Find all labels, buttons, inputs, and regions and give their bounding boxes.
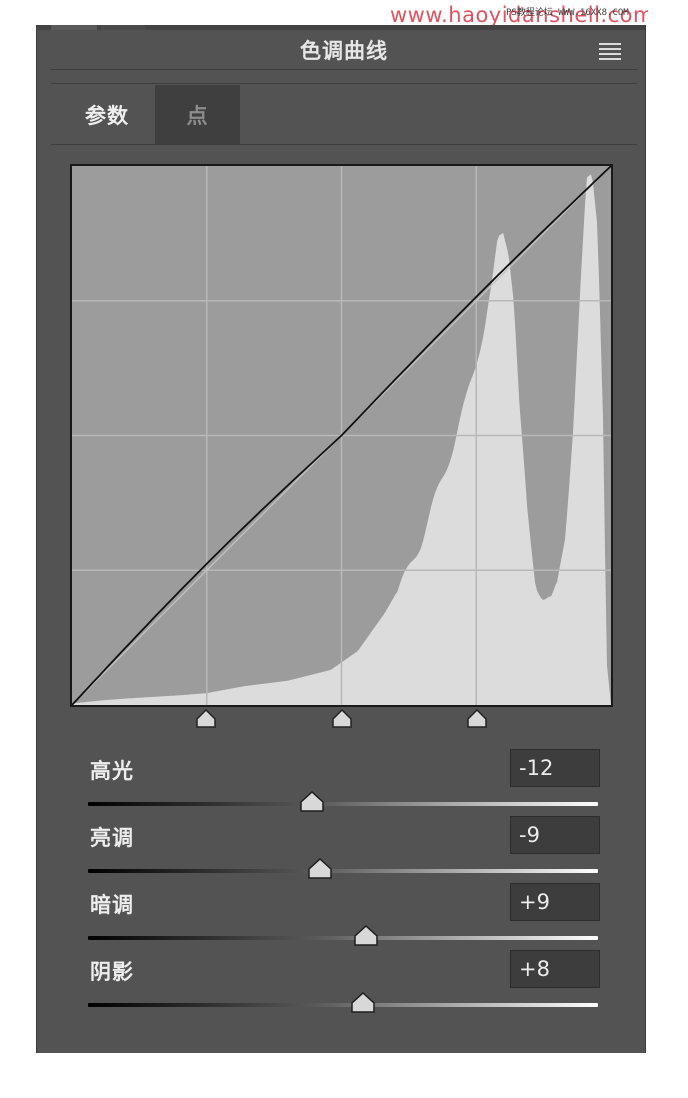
slider-label: 高光 [90,759,134,783]
region-divider-shadows-darks[interactable] [195,709,217,729]
hamburger-menu-icon[interactable] [599,43,621,60]
panel-title: 色调曲线 [300,39,388,63]
region-divider-darks-lights[interactable] [331,709,353,729]
slider-label: 暗调 [90,893,134,917]
tab-parametric[interactable]: 参数 [61,85,153,144]
slider-darks: 暗调 +9 [88,883,600,959]
tone-curve-graph[interactable] [70,164,613,707]
tabs-bottom-separator [51,144,637,145]
tab-point[interactable]: 点 [155,85,240,144]
slider-shadows: 阴影 +8 [88,950,600,1026]
region-divider-lights-highlights[interactable] [466,709,488,729]
slider-label: 亮调 [90,826,134,850]
header-separator [51,69,637,70]
slider-thumb[interactable] [350,992,376,1014]
slider-label: 阴影 [90,960,134,984]
panel-header: 色调曲线 [51,30,637,70]
tab-bar: 参数 点 [51,85,637,144]
region-divider-markers [70,709,613,731]
slider-track[interactable] [88,1003,598,1007]
slider-thumb[interactable] [299,791,325,813]
lights-value-field[interactable]: -9 [510,816,600,854]
darks-value-field[interactable]: +9 [510,883,600,921]
watermark-small: PS教程论坛 WWW.16XX8.COM [506,8,629,18]
slider-track[interactable] [88,936,598,940]
slider-track[interactable] [88,802,598,806]
shadows-value-field[interactable]: +8 [510,950,600,988]
tabs-separator [51,83,637,84]
tone-curve-panel: 色调曲线 参数 点 高光 -12 亮调 -9 暗调 +9 阴影 +8 [36,25,646,1053]
slider-highlights: 高光 -12 [88,749,600,825]
slider-track[interactable] [88,869,598,873]
slider-lights: 亮调 -9 [88,816,600,892]
curve-canvas[interactable] [72,166,611,705]
slider-thumb[interactable] [307,858,333,880]
highlights-value-field[interactable]: -12 [510,749,600,787]
slider-thumb[interactable] [353,925,379,947]
